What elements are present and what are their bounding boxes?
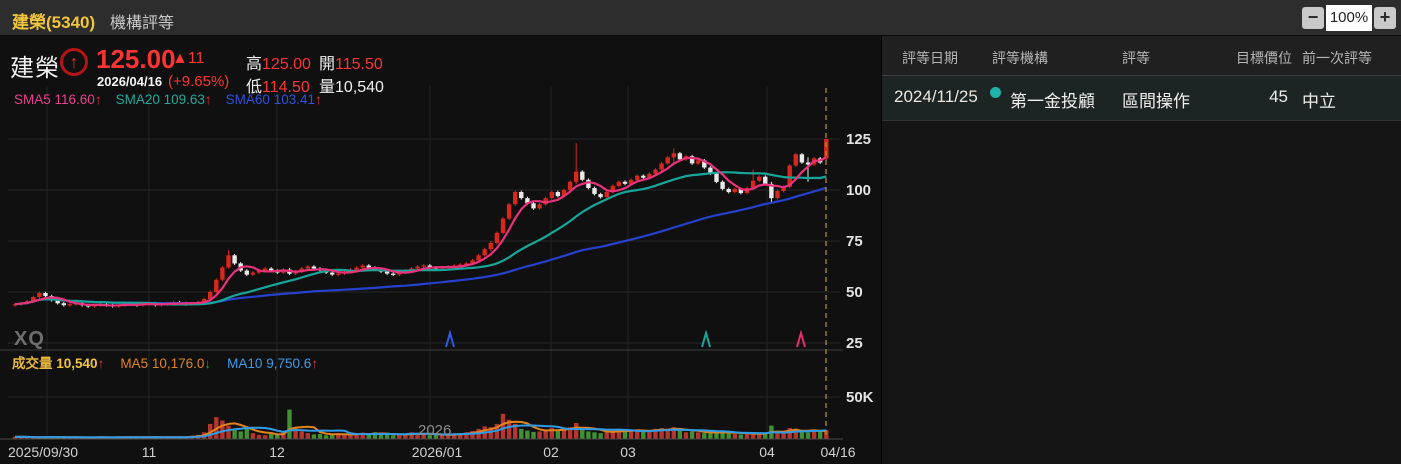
last-price: 125.00 bbox=[96, 44, 176, 74]
vol-ma10-label: MA10 bbox=[227, 356, 263, 371]
sma5-value: 116.60 bbox=[54, 92, 95, 107]
top-bar: 建榮(5340) 機構評等 − 100% + bbox=[0, 0, 1401, 36]
day-volume: 量10,540 bbox=[319, 73, 384, 97]
stock-title: 建榮(5340) bbox=[12, 13, 96, 32]
vol-ma10-trend-up-icon: ↑ bbox=[311, 356, 318, 371]
price-change-percent: (+9.65%) bbox=[168, 73, 230, 90]
previous-rating: 中立 bbox=[1302, 92, 1336, 111]
vol-ma5-value: 10,176.0 bbox=[151, 356, 205, 371]
page-subtitle: 機構評等 bbox=[110, 15, 175, 32]
price-change: ▲11 bbox=[172, 50, 205, 67]
volume-legend: 成交量 10,540↑ MA5 10,176.0↓ MA10 9,750.6↑ bbox=[12, 352, 318, 372]
price-chart-pane[interactable]: 25 50 75 100 125 50K XQ 2026 建榮 ↑ 125.00 2026… bbox=[0, 36, 881, 464]
vol-ma5-label: MA5 bbox=[120, 356, 149, 371]
rating-date: 2024/11/25 bbox=[894, 87, 978, 106]
x-axis-label: 03 bbox=[620, 444, 636, 460]
ratings-table-pane: 評等日期 評等機構 評等 目標價位 前一次評等 2024/11/25 第一金投顧… bbox=[881, 36, 1401, 464]
ratings-table-header: 評等日期 評等機構 評等 目標價位 前一次評等 bbox=[882, 36, 1401, 76]
svg-text:75: 75 bbox=[846, 233, 863, 250]
zoom-level-value[interactable]: 100% bbox=[1326, 5, 1372, 31]
x-axis-label: 11 bbox=[141, 444, 157, 460]
col-rating-org: 評等機構 bbox=[992, 50, 1048, 66]
high-label: 高 bbox=[246, 56, 263, 73]
rating-org: 第一金投顧 bbox=[1010, 92, 1095, 111]
svg-text:100: 100 bbox=[846, 182, 871, 199]
sma60-label: SMA60 bbox=[225, 92, 270, 107]
day-high: 高125.00 bbox=[246, 50, 311, 74]
svg-text:25: 25 bbox=[846, 335, 863, 352]
sma-legend: SMA5 116.60↑ SMA20 109.63↑ SMA60 103.41↑ bbox=[14, 92, 322, 107]
vol-ma10-value: 9,750.6 bbox=[266, 356, 312, 371]
sma60-value: 103.41 bbox=[273, 92, 316, 107]
svg-text:50K: 50K bbox=[846, 389, 874, 406]
sma5-label: SMA5 bbox=[14, 92, 51, 107]
turnover-label: 成交量 bbox=[12, 356, 53, 371]
high-value: 125.00 bbox=[262, 56, 311, 73]
rating-value: 區間操作 bbox=[1122, 92, 1190, 111]
zoom-in-button[interactable]: + bbox=[1374, 7, 1396, 29]
turnover-trend-up-icon: ↑ bbox=[97, 356, 105, 371]
target-price: 45 bbox=[1269, 87, 1288, 106]
org-dot-icon bbox=[990, 87, 1001, 98]
x-axis: 2025/09/30 11 12 2026/01 02 03 04 04/16 bbox=[0, 444, 881, 464]
col-rating-date: 評等日期 bbox=[902, 50, 958, 66]
sma20-value: 109.63 bbox=[163, 92, 205, 107]
vendor-watermark: XQ bbox=[14, 328, 45, 350]
x-axis-label: 2025/09/30 bbox=[8, 444, 79, 460]
col-target-price: 目標價位 bbox=[1236, 50, 1292, 66]
sma60-trend-up-icon: ↑ bbox=[315, 92, 322, 107]
app-window: 建榮(5340) 機構評等 − 100% + 25 50 75 100 125 50K X… bbox=[0, 0, 1401, 464]
year-watermark: 2026 bbox=[418, 422, 452, 439]
zoom-out-button[interactable]: − bbox=[1302, 7, 1324, 29]
x-axis-label: 12 bbox=[269, 444, 285, 460]
stock-name: 建榮 bbox=[10, 55, 60, 82]
col-prev-rating: 前一次評等 bbox=[1302, 50, 1372, 66]
x-axis-label: 04/16 bbox=[820, 444, 856, 460]
x-axis-label: 02 bbox=[543, 444, 559, 460]
quote-date: 2026/04/16 bbox=[97, 74, 163, 89]
limit-up-icon: ↑ bbox=[60, 48, 88, 76]
x-axis-label: 04 bbox=[759, 444, 775, 460]
svg-text:125: 125 bbox=[846, 131, 871, 148]
svg-text:50: 50 bbox=[846, 284, 863, 301]
x-axis-label: 2026/01 bbox=[411, 444, 463, 460]
sma20-trend-up-icon: ↑ bbox=[204, 92, 212, 107]
sma20-label: SMA20 bbox=[115, 92, 160, 107]
rating-table-row[interactable]: 2024/11/25 第一金投顧 區間操作 45 中立 bbox=[882, 76, 1401, 121]
col-rating: 評等 bbox=[1122, 50, 1150, 66]
open-label: 開 bbox=[319, 56, 336, 73]
sma5-trend-up-icon: ↑ bbox=[94, 92, 102, 107]
day-open: 開115.50 bbox=[319, 50, 383, 74]
vol-ma5-trend-down-icon: ↓ bbox=[204, 356, 212, 371]
turnover-value: 10,540 bbox=[56, 356, 98, 371]
open-value: 115.50 bbox=[335, 56, 383, 73]
volume-value: 10,540 bbox=[335, 79, 384, 96]
